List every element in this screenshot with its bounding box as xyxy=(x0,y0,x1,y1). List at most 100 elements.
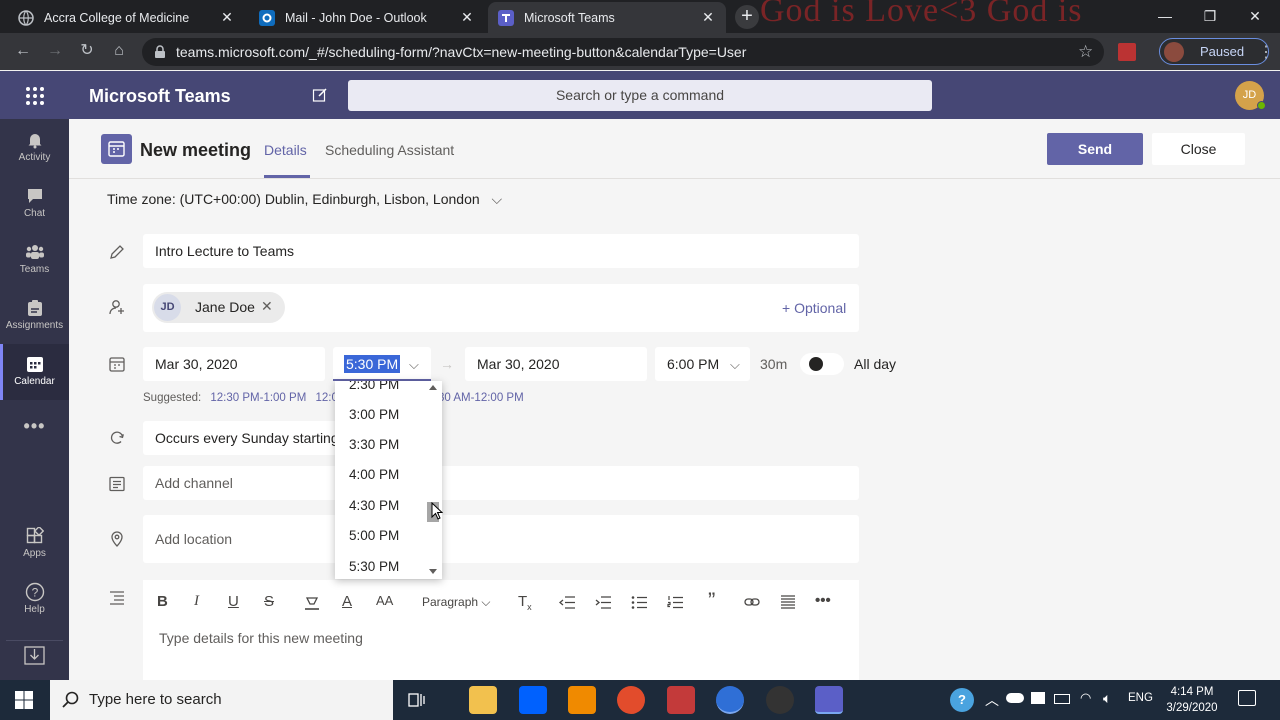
time-option[interactable]: 3:00 PM xyxy=(335,400,427,430)
back-button[interactable]: ← xyxy=(10,38,36,64)
bold-icon[interactable]: B xyxy=(157,593,168,611)
end-date-picker[interactable]: Mar 30, 2020 xyxy=(465,347,647,381)
time-option[interactable]: 4:30 PM xyxy=(335,491,427,521)
rail-item-chat[interactable]: Chat xyxy=(0,180,69,232)
scroll-up-arrow-icon[interactable] xyxy=(429,385,437,390)
task-view-icon[interactable] xyxy=(406,690,426,710)
chrome-icon[interactable] xyxy=(716,686,744,714)
pdf-extension-icon[interactable] xyxy=(1118,43,1136,61)
taskbar-search-input[interactable]: Type here to search xyxy=(50,680,393,720)
rail-item-calendar[interactable]: Calendar xyxy=(0,344,69,400)
close-button[interactable]: Close xyxy=(1152,133,1245,165)
rail-item-apps[interactable]: Apps xyxy=(0,520,69,572)
rail-item-assignments[interactable]: Assignments xyxy=(0,292,69,344)
time-option[interactable]: 5:00 PM xyxy=(335,521,427,551)
rail-item-help[interactable]: ? Help xyxy=(0,576,69,628)
add-optional-link[interactable]: + Optional xyxy=(782,300,846,316)
attendee-chip[interactable]: JD Jane Doe ✕ xyxy=(152,292,285,323)
reload-button[interactable]: ↻ xyxy=(74,38,100,64)
tab-scheduling-assistant[interactable]: Scheduling Assistant xyxy=(325,142,454,158)
font-size-icon[interactable]: AA xyxy=(376,593,393,611)
outdent-icon[interactable] xyxy=(559,596,575,614)
bulleted-list-icon[interactable] xyxy=(631,596,647,614)
channel-input[interactable]: Add channel xyxy=(143,466,859,500)
quote-icon[interactable]: ” xyxy=(708,588,715,613)
compose-icon[interactable] xyxy=(312,87,328,103)
browser-tab-teams[interactable]: Microsoft Teams ✕ xyxy=(488,2,726,33)
browser-tab-outlook[interactable]: Mail - John Doe - Outlook ✕ xyxy=(249,2,485,33)
time-option[interactable]: 4:00 PM xyxy=(335,460,427,490)
command-search-input[interactable]: Search or type a command xyxy=(348,80,932,111)
close-icon[interactable]: ✕ xyxy=(219,9,235,26)
dropbox-icon[interactable] xyxy=(519,686,547,714)
profile-button[interactable]: Paused xyxy=(1159,38,1269,65)
windows-start-icon[interactable] xyxy=(14,690,34,710)
wifi-icon[interactable]: ◠ xyxy=(1080,690,1091,706)
app-launcher-icon[interactable] xyxy=(22,83,48,109)
time-option[interactable]: 2:30 PM xyxy=(335,381,427,400)
time-option[interactable]: 3:30 PM xyxy=(335,430,427,460)
address-bar[interactable]: teams.microsoft.com/_#/scheduling-form/?… xyxy=(142,38,1104,66)
teams-taskbar-icon[interactable] xyxy=(815,686,843,714)
suggested-slot[interactable]: 30 AM-12:00 PM xyxy=(438,392,524,404)
system-clock[interactable]: 4:14 PM 3/29/2020 xyxy=(1160,684,1224,716)
underline-icon[interactable]: U xyxy=(228,593,239,611)
send-button[interactable]: Send xyxy=(1047,133,1143,165)
rail-item-more[interactable]: ••• xyxy=(0,410,69,444)
numbered-list-icon[interactable] xyxy=(667,596,683,614)
indent-icon[interactable] xyxy=(595,596,611,614)
bookmark-star-icon[interactable]: ☆ xyxy=(1078,42,1093,62)
volume-icon[interactable]: 🔈︎ xyxy=(1103,690,1111,707)
notifications-icon[interactable] xyxy=(1238,690,1256,706)
firefox-icon[interactable] xyxy=(617,686,645,714)
more-options-icon[interactable]: ••• xyxy=(815,592,831,610)
suggested-slot[interactable]: 12:30 PM-1:00 PM xyxy=(210,392,306,404)
close-icon[interactable]: ✕ xyxy=(459,9,475,26)
lock-icon[interactable] xyxy=(154,45,166,59)
browser-menu-icon[interactable]: ⋮ xyxy=(1258,42,1274,62)
browser-tab-accra[interactable]: Accra College of Medicine ✕ xyxy=(8,2,245,33)
tab-details[interactable]: Details xyxy=(264,142,307,158)
language-indicator[interactable]: ENG xyxy=(1128,692,1153,704)
remove-attendee-icon[interactable]: ✕ xyxy=(261,298,273,315)
highlight-icon[interactable] xyxy=(304,596,320,614)
chevron-up-icon[interactable]: ︿ xyxy=(985,690,999,710)
battery-icon[interactable] xyxy=(1054,694,1070,704)
download-app-icon[interactable] xyxy=(6,640,63,670)
cloud-icon[interactable] xyxy=(1006,693,1024,703)
new-tab-button[interactable]: + xyxy=(735,5,759,29)
window-close-button[interactable]: ✕ xyxy=(1232,4,1278,28)
rail-item-activity[interactable]: Activity xyxy=(0,124,69,176)
file-explorer-icon[interactable] xyxy=(469,686,497,714)
start-time-picker[interactable]: 5:30 PM ⌵ xyxy=(333,347,431,381)
timezone-selector[interactable]: Time zone: (UTC+00:00) Dublin, Edinburgh… xyxy=(107,191,502,208)
obs-icon[interactable] xyxy=(766,686,794,714)
font-color-icon[interactable]: A xyxy=(342,593,352,611)
dropdown-scrollbar[interactable] xyxy=(426,381,440,579)
paragraph-style-dropdown[interactable]: Paragraph ⌵ xyxy=(422,595,491,610)
horizontal-rule-icon[interactable] xyxy=(780,595,796,613)
forward-button[interactable]: → xyxy=(42,38,68,64)
recurrence-selector[interactable]: Occurs every Sunday starting xyxy=(143,421,343,455)
rail-item-teams[interactable]: Teams xyxy=(0,236,69,288)
scroll-down-arrow-icon[interactable] xyxy=(429,569,437,574)
user-avatar[interactable]: JD xyxy=(1235,81,1266,110)
close-icon[interactable]: ✕ xyxy=(700,9,716,26)
clear-formatting-icon[interactable]: Tx xyxy=(518,593,532,612)
all-day-toggle[interactable] xyxy=(800,353,844,375)
dropbox-tray-icon[interactable] xyxy=(1031,692,1045,704)
end-time-picker[interactable]: 6:00 PM ⌵ xyxy=(655,347,750,381)
mendeley-icon[interactable] xyxy=(667,686,695,714)
minimize-button[interactable]: — xyxy=(1142,4,1188,28)
link-icon[interactable] xyxy=(744,596,760,614)
start-date-picker[interactable]: Mar 30, 2020 xyxy=(143,347,325,381)
italic-icon[interactable]: I xyxy=(194,593,199,611)
help-icon[interactable]: ? xyxy=(950,688,974,712)
vlc-icon[interactable] xyxy=(568,686,596,714)
meeting-title-input[interactable]: Intro Lecture to Teams xyxy=(143,234,859,268)
home-button[interactable]: ⌂ xyxy=(106,38,132,64)
location-input[interactable]: Add location xyxy=(143,515,859,563)
strikethrough-icon[interactable]: S xyxy=(264,593,274,611)
time-option[interactable]: 5:30 PM xyxy=(335,552,427,579)
restore-button[interactable]: ❐ xyxy=(1187,4,1233,28)
